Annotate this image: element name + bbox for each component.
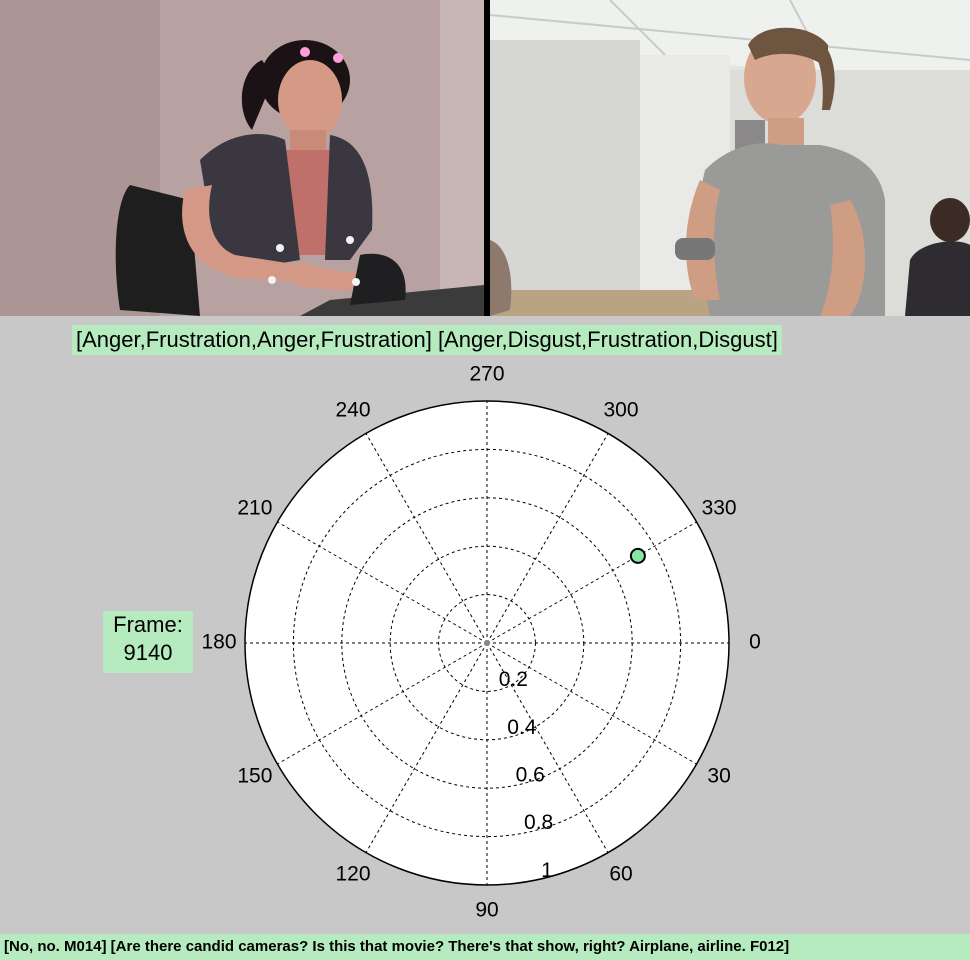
video-left-image (0, 0, 484, 316)
video-right-participant (490, 0, 970, 316)
angle-tick-label: 240 (335, 398, 370, 421)
angle-tick-label: 60 (609, 863, 632, 886)
radius-tick-label: 0.8 (524, 811, 553, 834)
video-right-image (490, 0, 970, 316)
chart-title: [Anger,Frustration,Anger,Frustration] [A… (72, 325, 782, 355)
radius-tick-label: 0.4 (507, 716, 537, 739)
origin-mark (484, 640, 490, 646)
emotion-viewer: 0 30 60 90 120 150 180 210 240 270 300 330 0.2 0.4 0.… (0, 0, 970, 960)
radius-tick-label: 1 (541, 859, 553, 882)
radius-tick-label: 0.2 (499, 668, 528, 691)
angle-tick-label: 90 (475, 899, 498, 922)
radius-tick-label: 0.6 (516, 764, 545, 787)
angle-tick-label: 120 (335, 863, 370, 886)
angle-tick-label: 0 (749, 631, 761, 654)
angle-tick-label: 180 (201, 631, 236, 654)
frame-counter: Frame: 9140 (103, 611, 193, 673)
angle-tick-label: 30 (707, 765, 730, 788)
data-point (629, 547, 646, 564)
video-left-participant (0, 0, 484, 316)
transcript-bar: [No, no. M014] [Are there candid cameras… (0, 934, 970, 960)
angle-tick-label: 270 (469, 363, 504, 386)
angle-tick-label: 300 (603, 398, 638, 421)
data-points (629, 547, 646, 564)
angle-tick-label: 150 (237, 765, 272, 788)
angle-tick-label: 330 (702, 497, 737, 520)
frame-value: 9140 (123, 640, 173, 665)
frame-label: Frame: (113, 612, 183, 637)
angle-tick-label: 210 (237, 497, 272, 520)
